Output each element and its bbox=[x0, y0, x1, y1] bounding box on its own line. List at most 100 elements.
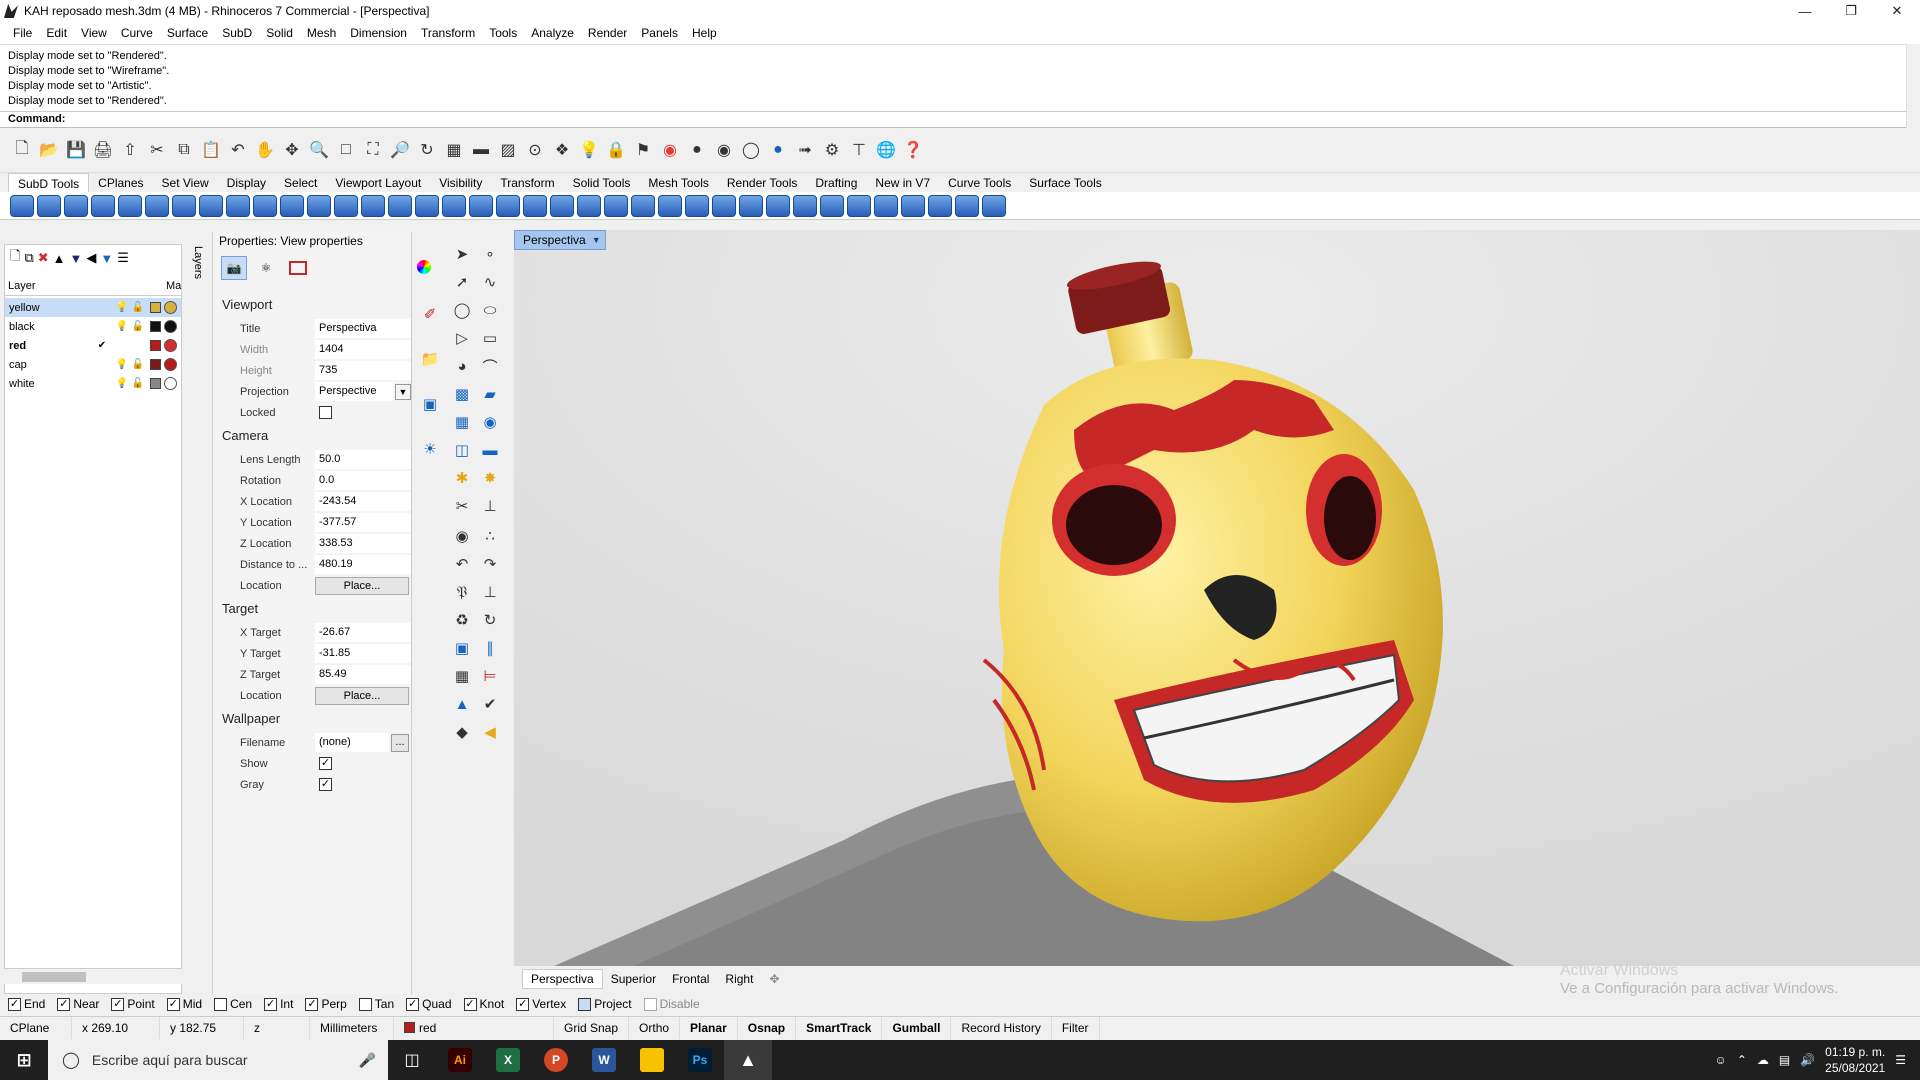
select-points-icon[interactable]: ❖ bbox=[550, 138, 574, 162]
globe-icon[interactable]: 🌐 bbox=[874, 138, 898, 162]
subd-cube-icon[interactable] bbox=[226, 194, 250, 217]
subd-torus-icon[interactable] bbox=[199, 194, 223, 217]
osnap-checkbox[interactable]: ✓ bbox=[406, 997, 420, 1011]
shaded-sphere-icon[interactable]: ● bbox=[685, 138, 709, 162]
ortho-toggle[interactable]: Ortho bbox=[629, 1016, 681, 1039]
align-icon[interactable]: ⊨ bbox=[478, 664, 502, 688]
copy-icon[interactable]: ⧉ bbox=[172, 138, 196, 162]
units-indicator[interactable]: Millimeters bbox=[310, 1016, 394, 1039]
osnap-disable[interactable]: Disable bbox=[643, 997, 700, 1011]
tab-select[interactable]: Select bbox=[275, 173, 326, 193]
layer-color-swatch[interactable] bbox=[150, 340, 161, 351]
menu-mesh[interactable]: Mesh bbox=[300, 26, 343, 40]
box-icon[interactable]: ▦ bbox=[450, 410, 474, 434]
word-app[interactable]: W bbox=[580, 1040, 628, 1080]
save-icon[interactable]: 💾 bbox=[64, 138, 88, 162]
folder-icon[interactable]: 📁 bbox=[418, 347, 442, 371]
undo-view-icon[interactable]: ↻ bbox=[415, 138, 439, 162]
curve-icon[interactable]: ∿ bbox=[478, 270, 502, 294]
plane-icon[interactable]: ▬ bbox=[478, 438, 502, 462]
layers-horizontal-scrollbar[interactable] bbox=[4, 968, 182, 984]
layer-options-icon[interactable]: ☰ bbox=[117, 250, 129, 266]
x-target-field[interactable]: -26.67 bbox=[315, 623, 411, 642]
command-prompt[interactable]: Command: bbox=[0, 111, 1906, 127]
split-icon[interactable]: ⊥ bbox=[478, 494, 502, 518]
tab-transform[interactable]: Transform bbox=[491, 173, 563, 193]
dimension-icon[interactable]: ⊤ bbox=[847, 138, 871, 162]
file-explorer-app[interactable] bbox=[628, 1040, 676, 1080]
layer-row-yellow[interactable]: yellow 💡 🔓 bbox=[5, 298, 181, 317]
osnap-quad[interactable]: ✓ Quad bbox=[406, 997, 452, 1011]
layer-row-cap[interactable]: cap 💡 🔓 bbox=[5, 355, 181, 374]
distance-field[interactable]: 480.19 bbox=[315, 555, 411, 574]
arc-icon[interactable]: ◕ bbox=[450, 354, 474, 378]
help-icon[interactable]: ❓ bbox=[901, 138, 925, 162]
lock-open-icon[interactable]: 🔓 bbox=[131, 358, 145, 372]
osnap-vertex[interactable]: ✓ Vertex bbox=[516, 997, 566, 1011]
microphone-icon[interactable]: 🎤 bbox=[359, 1052, 376, 1069]
color-wheel-icon[interactable]: ◉ bbox=[658, 138, 682, 162]
layer-material-icon[interactable] bbox=[164, 377, 177, 390]
osnap-checkbox[interactable] bbox=[358, 997, 372, 1011]
chevron-up-icon[interactable]: ⌃ bbox=[1737, 1053, 1747, 1067]
cplane-indicator[interactable]: CPlane bbox=[0, 1016, 72, 1039]
menu-transform[interactable]: Transform bbox=[414, 26, 482, 40]
light-bulb-icon[interactable]: 💡 bbox=[115, 301, 129, 315]
subd-cylinder-icon[interactable] bbox=[118, 194, 142, 217]
z-location-field[interactable]: 338.53 bbox=[315, 534, 411, 553]
menu-view[interactable]: View bbox=[74, 26, 114, 40]
move-icon[interactable]: ♻ bbox=[450, 608, 474, 632]
light-bulb-icon[interactable]: 💡 bbox=[115, 358, 129, 372]
render-icon[interactable]: ● bbox=[766, 138, 790, 162]
new-file-icon[interactable]: 🗋 bbox=[10, 138, 34, 162]
subd-match-icon[interactable] bbox=[793, 194, 817, 217]
current-layer-check-icon[interactable]: ✔ bbox=[95, 339, 109, 353]
check-icon[interactable]: ✔ bbox=[478, 692, 502, 716]
move-out-icon[interactable]: ◀ bbox=[86, 250, 96, 266]
subd-align-icon[interactable] bbox=[766, 194, 790, 217]
boolean-union-icon[interactable]: ◉ bbox=[450, 524, 474, 548]
tab-visibility[interactable]: Visibility bbox=[430, 173, 491, 193]
polygon-icon[interactable]: ▷ bbox=[450, 326, 474, 350]
cylinder-icon[interactable]: ◫ bbox=[450, 438, 474, 462]
layer-name[interactable]: yellow bbox=[5, 302, 85, 314]
tab-display[interactable]: Display bbox=[218, 173, 275, 193]
tab-viewport-layout[interactable]: Viewport Layout bbox=[326, 173, 430, 193]
osnap-mid[interactable]: ✓ Mid bbox=[166, 997, 202, 1011]
excel-app[interactable]: X bbox=[484, 1040, 532, 1080]
osnap-perp[interactable]: ✓ Perp bbox=[305, 997, 347, 1011]
lock-icon[interactable]: 🔒 bbox=[604, 138, 628, 162]
gray-checkbox[interactable]: ✓ bbox=[319, 778, 332, 791]
subd-primitive-icon[interactable] bbox=[10, 194, 34, 217]
mesh-icon[interactable]: ✱ bbox=[450, 466, 474, 490]
smarttrack-toggle[interactable]: SmartTrack bbox=[796, 1016, 883, 1039]
subd-insert-edge-icon[interactable] bbox=[469, 194, 493, 217]
viewport-title-tab[interactable]: Perspectiva ▼ bbox=[514, 230, 606, 250]
sun-icon[interactable]: ☀ bbox=[418, 437, 442, 461]
explode-icon[interactable]: ✸ bbox=[478, 466, 502, 490]
layer-row-red[interactable]: red ✔ bbox=[5, 336, 181, 355]
text-icon[interactable]: 𝔓 bbox=[450, 580, 474, 604]
taskbar-search[interactable]: ◯ Escribe aquí para buscar 🎤 bbox=[48, 1040, 388, 1080]
osnap-project[interactable]: Project bbox=[578, 997, 632, 1011]
subd-tool-icon[interactable] bbox=[685, 194, 709, 217]
osnap-checkbox[interactable] bbox=[214, 997, 228, 1011]
camera-icon[interactable]: 📷 bbox=[221, 256, 247, 280]
illustrator-app[interactable]: Ai bbox=[436, 1040, 484, 1080]
ellipse-icon[interactable]: ⬭ bbox=[478, 298, 502, 322]
tab-curve-tools[interactable]: Curve Tools bbox=[939, 173, 1020, 193]
viewport-title[interactable]: Perspectiva bbox=[523, 233, 586, 247]
rotate-icon[interactable]: ↻ bbox=[478, 608, 502, 632]
record-history-toggle[interactable]: Record History bbox=[951, 1016, 1052, 1039]
tab-cplanes[interactable]: CPlanes bbox=[89, 173, 152, 193]
current-layer-indicator[interactable]: red bbox=[394, 1016, 554, 1039]
minimize-button[interactable]: — bbox=[1782, 0, 1828, 22]
notification-icon[interactable]: ☰ bbox=[1895, 1053, 1906, 1067]
subd-mesh-icon[interactable] bbox=[631, 194, 655, 217]
scale-icon[interactable]: ▣ bbox=[450, 636, 474, 660]
patch-icon[interactable]: ▰ bbox=[478, 382, 502, 406]
light-bulb-icon[interactable]: 💡 bbox=[115, 320, 129, 334]
fillet-edge-icon[interactable]: ↶ bbox=[450, 552, 474, 576]
subd-bridge-icon[interactable] bbox=[415, 194, 439, 217]
add-viewport-icon[interactable]: ✥ bbox=[761, 972, 787, 986]
